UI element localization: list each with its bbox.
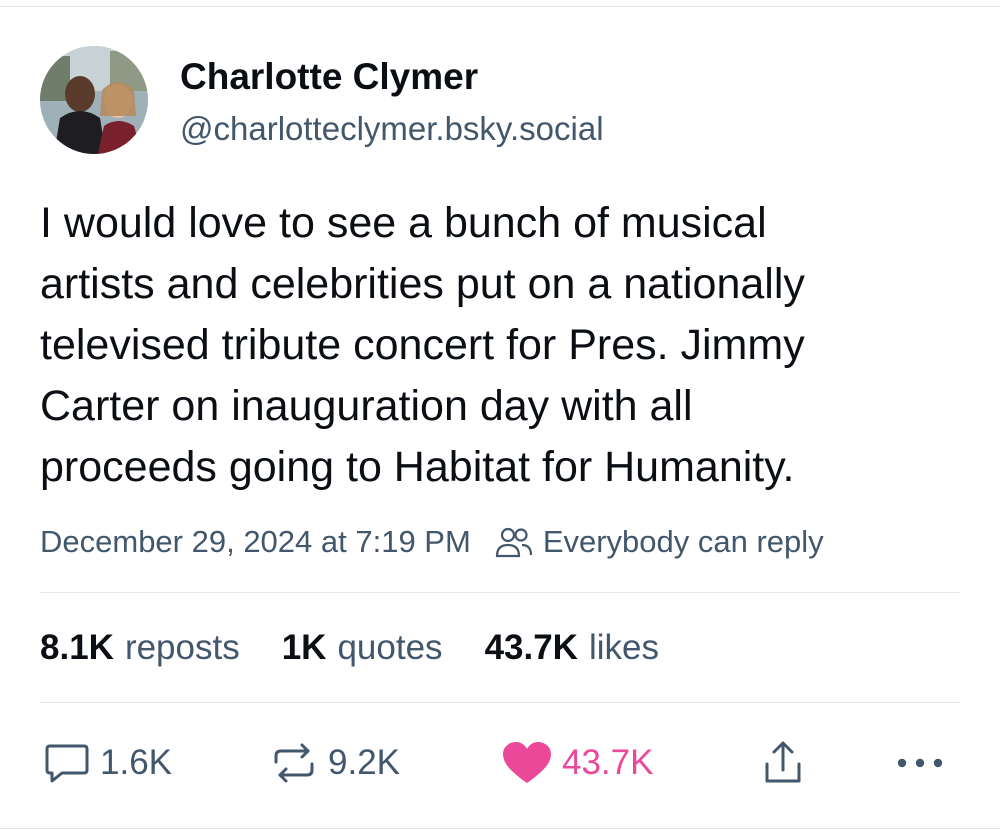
- speech-bubble-icon: [44, 742, 90, 784]
- likes-label: likes: [588, 628, 659, 667]
- post-timestamp: December 29, 2024 at 7:19 PM: [40, 524, 471, 559]
- divider: [40, 702, 960, 703]
- reposts-label: reposts: [124, 628, 240, 667]
- people-icon: [495, 526, 533, 558]
- repost-arrows-icon: [270, 742, 318, 784]
- quotes-count: 1K: [281, 628, 327, 667]
- author-display-name[interactable]: Charlotte Clymer: [180, 56, 478, 98]
- post-text: I would love to see a bunch of musical a…: [40, 193, 960, 498]
- bottom-divider: [0, 828, 1000, 829]
- reply-button[interactable]: 1.6K: [44, 738, 172, 788]
- top-divider: [0, 6, 1000, 7]
- reposts-stat[interactable]: 8.1K reposts: [40, 628, 240, 668]
- like-button[interactable]: 43.7K: [502, 738, 653, 788]
- quotes-label: quotes: [337, 628, 443, 667]
- post-text-line: televised tribute concert for Pres. Jimm…: [40, 321, 805, 369]
- post-text-line: Carter on inauguration day with all: [40, 382, 693, 430]
- post-text-line: I would love to see a bunch of musical: [40, 199, 767, 247]
- author-handle[interactable]: @charlotteclymer.bsky.social: [180, 110, 604, 148]
- likes-stat[interactable]: 43.7K likes: [485, 628, 659, 668]
- heart-icon: [502, 741, 552, 785]
- share-button[interactable]: [760, 738, 816, 788]
- post-text-line: artists and celebrities put on a nationa…: [40, 260, 805, 308]
- more-icon: [896, 757, 944, 769]
- post-meta: December 29, 2024 at 7:19 PM Everybody c…: [40, 522, 824, 562]
- engagement-stats: 8.1K reposts 1K quotes 43.7K likes: [40, 626, 701, 670]
- likes-count: 43.7K: [484, 628, 578, 667]
- like-count: 43.7K: [562, 743, 654, 782]
- quotes-stat[interactable]: 1K quotes: [282, 628, 443, 668]
- divider: [40, 592, 960, 593]
- avatar[interactable]: [40, 46, 148, 154]
- reply-count: 1.6K: [100, 743, 172, 782]
- reposts-count: 8.1K: [40, 628, 114, 667]
- more-options-button[interactable]: [896, 738, 954, 788]
- reply-setting[interactable]: Everybody can reply: [543, 524, 824, 560]
- repost-count: 9.2K: [328, 743, 400, 782]
- share-icon: [760, 740, 806, 786]
- repost-button[interactable]: 9.2K: [270, 738, 400, 788]
- post-text-line: proceeds going to Habitat for Humanity.: [40, 443, 795, 491]
